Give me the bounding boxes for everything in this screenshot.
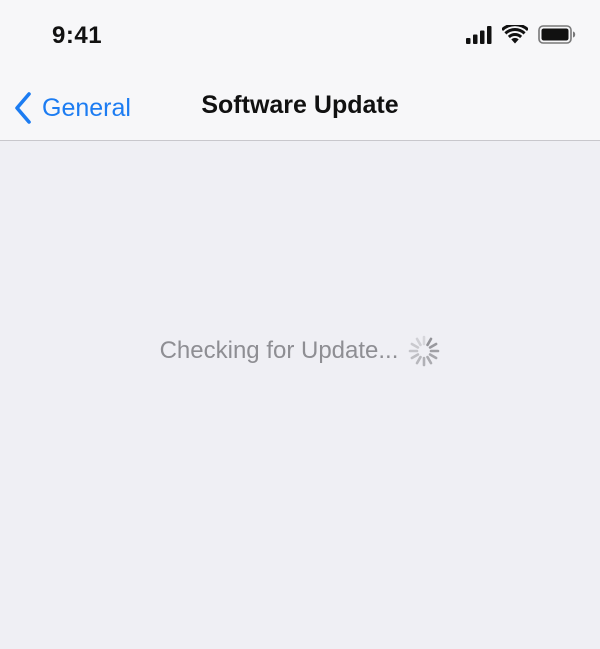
status-bar: 9:41 [0,0,600,76]
status-time: 9:41 [52,22,103,49]
spinner-spoke [410,353,420,360]
signal-icon [466,25,492,49]
status-text: Checking for Update... [159,337,399,364]
spinner-spoke [410,342,420,349]
activity-spinner-icon [408,335,440,367]
wifi-icon [501,23,529,49]
spinner-spoke [426,337,433,347]
content-area: Checking for Update... [0,141,600,649]
update-status: Checking for Update... [0,335,600,367]
spinner-spoke [426,355,433,365]
battery-icon [538,25,576,49]
spinner-spoke [429,353,438,360]
spinner-spoke [416,337,423,347]
software-update-screen: 9:41 General Software Update Checking fo… [0,0,600,649]
page-title: Software Update [201,91,399,119]
navigation-bar: General Software Update [0,76,600,141]
spinner-spoke [429,342,438,349]
status-icons [466,23,576,50]
spinner-spoke [416,355,423,365]
